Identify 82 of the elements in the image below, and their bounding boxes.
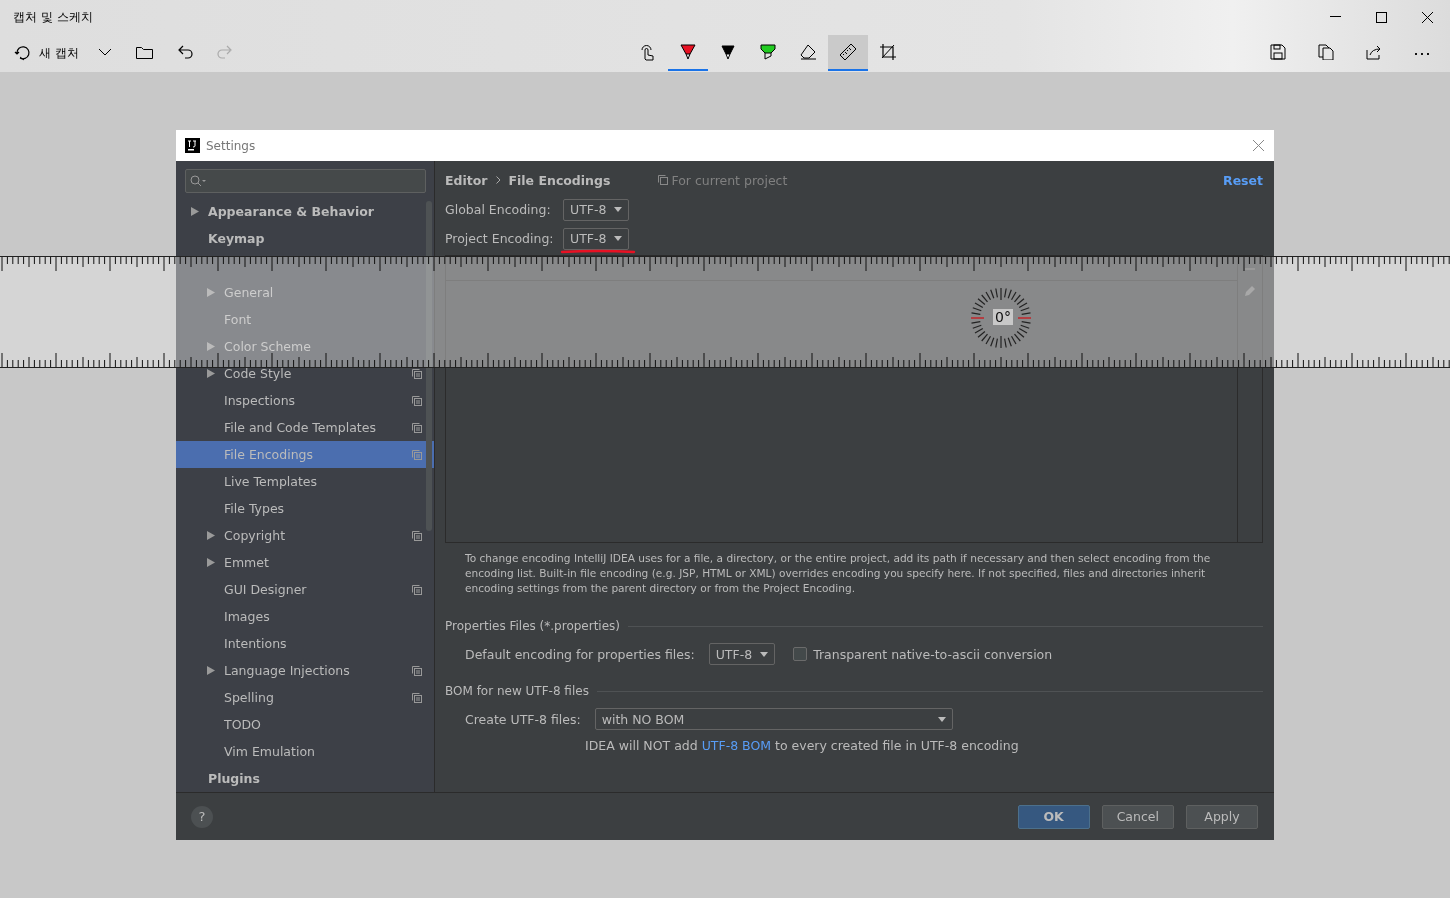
tree-item[interactable]: Emmet [176, 549, 434, 576]
maximize-icon [1375, 11, 1387, 23]
breadcrumb-item: File Encodings [508, 172, 611, 188]
folder-icon [136, 45, 154, 59]
ruler-button[interactable] [828, 35, 868, 71]
checkbox-label: Transparent native-to-ascii conversion [813, 646, 1053, 662]
capture-icon [14, 45, 32, 61]
tree-item[interactable]: Inspections [176, 387, 434, 414]
redo-icon [216, 44, 233, 60]
caret-icon [937, 716, 946, 722]
search-field[interactable] [185, 169, 426, 193]
reset-link[interactable]: Reset [1223, 172, 1263, 188]
tree-item[interactable]: Images [176, 603, 434, 630]
breadcrumb-separator-icon [495, 176, 501, 184]
tree-item[interactable]: Language Injections [176, 657, 434, 684]
tree-item[interactable]: Live Templates [176, 468, 434, 495]
help-button[interactable]: ? [191, 805, 213, 828]
help-text: To change encoding IntelliJ IDEA uses for a file, a directory, or the entire project, add its path if necessary and then select encoding from the encoding list. Built-in file encoding (e.g. JSP, HTML or XML) overrides encoding you specify here. If not specified, files and directories inherit encoding settings from the parent directory or from the Project Encoding. [465, 551, 1212, 596]
copy-icon [1318, 44, 1334, 60]
angle-readout: 0° [993, 309, 1013, 325]
breadcrumb-item: Editor [445, 172, 488, 188]
tree-item[interactable]: Intentions [176, 630, 434, 657]
collapsed-arrow-icon [191, 207, 199, 216]
tree-item[interactable]: File Types [176, 495, 434, 522]
dropdown[interactable]: with NO BOM [594, 708, 953, 730]
tree-item[interactable]: Vim Emulation [176, 738, 434, 765]
app-title: 캡처 및 스케치 [13, 8, 94, 26]
protractor-dial-icon [970, 287, 1032, 349]
dropdown[interactable]: UTF-8 [563, 227, 630, 250]
field-label: Global Encoding: [445, 202, 552, 217]
pencil-icon [719, 43, 737, 61]
caret-icon [614, 207, 623, 212]
collapsed-arrow-icon [207, 666, 215, 675]
crop-icon [879, 43, 897, 61]
section-title: BOM for new UTF-8 files [445, 684, 589, 698]
caret-icon [614, 236, 623, 241]
bom-note: IDEA will NOT add UTF-8 BOM to every created file in UTF-8 encoding [585, 738, 1020, 753]
save-icon [1270, 44, 1286, 60]
undo-icon [176, 44, 193, 60]
search-icon [190, 175, 206, 187]
collapsed-arrow-icon [207, 531, 215, 540]
share-icon [1366, 44, 1382, 60]
project-scope-icon [658, 175, 669, 185]
collapsed-arrow-icon [207, 342, 215, 351]
touch-writing-icon [639, 43, 657, 61]
pen-icon [679, 43, 697, 61]
dropdown[interactable]: UTF-8 [563, 198, 630, 221]
collapsed-arrow-icon [207, 369, 215, 378]
field-label: Project Encoding: [445, 231, 555, 246]
ok-button[interactable]: OK [1017, 804, 1090, 829]
minimize-icon [1329, 16, 1341, 18]
section-title: Properties Files (*.properties) [445, 619, 621, 633]
dialog-title: Settings [206, 138, 256, 153]
collapsed-arrow-icon [207, 288, 215, 297]
checkbox[interactable] [793, 647, 808, 661]
dropdown[interactable]: UTF-8 [708, 643, 776, 665]
tree-item[interactable]: TODO [176, 711, 434, 738]
tree-item[interactable]: Spelling [176, 684, 434, 711]
bom-link[interactable]: UTF-8 BOM [701, 738, 772, 753]
field-label: Create UTF-8 files: [465, 711, 581, 727]
close-icon[interactable] [1253, 140, 1264, 151]
highlighter-icon [759, 43, 777, 61]
caret-icon [760, 651, 769, 657]
new-capture-button[interactable]: 새 캡처 [8, 37, 85, 69]
app-logo-icon [185, 138, 200, 153]
ruler-icon [839, 43, 857, 61]
dialog-button[interactable]: Apply [1186, 804, 1258, 829]
tree-item[interactable]: Keymap [176, 225, 434, 252]
field-label: Default encoding for properties files: [465, 646, 695, 662]
tree-item[interactable]: Copyright [176, 522, 434, 549]
tree-item[interactable]: Appearance & Behavior [176, 198, 434, 225]
close-icon [1421, 11, 1433, 23]
scope-label: For current project [671, 172, 788, 188]
tree-item[interactable]: GUI Designer [176, 576, 434, 603]
tree-item[interactable]: Plugins [176, 765, 434, 792]
more-button[interactable]: ⋯ [1402, 35, 1442, 71]
scrollbar[interactable] [426, 201, 432, 531]
collapsed-arrow-icon [207, 558, 215, 567]
tree-item[interactable]: File and Code Templates [176, 414, 434, 441]
caret-icon [97, 48, 112, 56]
dialog-button[interactable]: Cancel [1101, 804, 1174, 829]
eraser-icon [799, 43, 817, 61]
